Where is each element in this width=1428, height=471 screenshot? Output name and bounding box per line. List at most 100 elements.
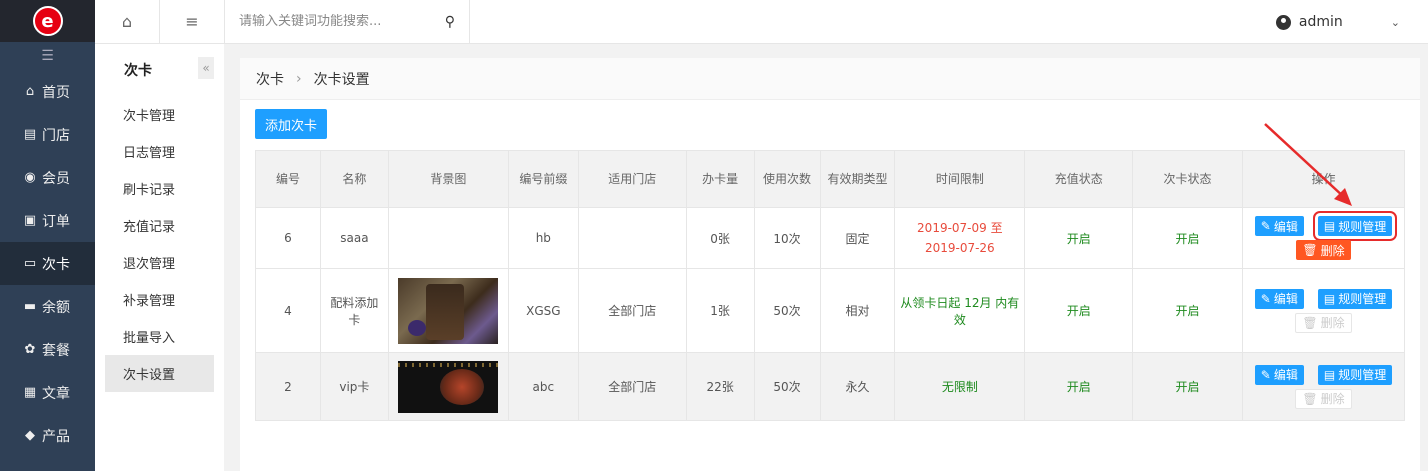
rules-manage-button[interactable]: ▤ 规则管理 [1317, 364, 1393, 385]
search-icon[interactable]: ⚲ [445, 14, 455, 30]
cell-time-limit: 无限制 [894, 352, 1026, 421]
dish-shape [440, 368, 485, 405]
cell-status: 开启 [1132, 207, 1243, 269]
column-header: 次卡状态 [1132, 150, 1243, 208]
balance-icon: ▬ [23, 299, 37, 314]
product-icon: ◆ [25, 428, 35, 443]
cell-id: 2 [255, 352, 321, 421]
sidebar-item-6[interactable]: ✿ 套餐 [0, 328, 95, 371]
sidebar-collapse-icon[interactable]: ☰ [0, 42, 95, 70]
column-header: 适用门店 [577, 150, 687, 208]
cell-store: 全部门店 [577, 268, 687, 353]
main-content: 次卡 › 次卡设置 添加次卡 编号 名称 背景图 编号前缀 适用门店 办卡量 使用次数 有效期… [240, 58, 1420, 471]
berry-shape [408, 319, 427, 336]
cell-status: 开启 [1132, 268, 1243, 353]
row-actions-primary: ✎ 编辑 ▤ 规则管理 [1254, 288, 1393, 309]
column-header: 编号 [255, 150, 321, 208]
subnav-item-2[interactable]: 刷卡记录 [105, 170, 214, 207]
button-label: 删除 [1320, 392, 1345, 406]
cell-prefix: abc [507, 352, 579, 421]
trash-icon: 🗑 [1302, 243, 1318, 257]
edit-button[interactable]: ✎ 编辑 [1254, 364, 1304, 385]
sidebar-item-5[interactable]: ▬ 余额 [0, 285, 95, 328]
cell-operations: ✎ 编辑 ▤ 规则管理 🗑 删除 [1241, 207, 1406, 269]
pencil-icon: ✎ [1260, 291, 1271, 306]
subnav-item-1[interactable]: 日志管理 [105, 133, 214, 170]
subnav-item-4[interactable]: 退次管理 [105, 244, 214, 281]
delete-button[interactable]: 🗑 删除 [1295, 388, 1352, 409]
subnav-collapse-icon[interactable]: « [198, 57, 214, 79]
edit-button[interactable]: ✎ 编辑 [1254, 288, 1304, 309]
home-icon: ⌂ [121, 12, 133, 31]
row-actions: ✎ 编辑 ▤ 规则管理 🗑 删除 [1247, 364, 1400, 409]
sidebar-item-label: 产品 [42, 428, 70, 445]
breadcrumb-current: 次卡设置 [313, 71, 370, 88]
sidebar-item-8[interactable]: ◆ 产品 [0, 414, 95, 457]
button-label: 规则管理 [1338, 368, 1387, 382]
table-row: 2 vip卡 abc 全部门店 22张 50次 永久 无限制 开启 开启 ✎ 编辑 ▤ 规则管理 🗑 删除 [255, 352, 1406, 421]
sidebar-item-1[interactable]: ▤ 门店 [0, 113, 95, 156]
button-label: 编辑 [1273, 368, 1298, 382]
cell-name: vip卡 [319, 352, 389, 421]
subnav-item-6[interactable]: 批量导入 [105, 318, 214, 355]
subnav-item-5[interactable]: 补录管理 [105, 281, 214, 318]
edit-button[interactable]: ✎ 编辑 [1254, 216, 1304, 236]
column-header: 使用次数 [753, 150, 821, 208]
cell-recharge: 开启 [1024, 352, 1134, 421]
sidebar-item-2[interactable]: ◉ 会员 [0, 156, 95, 199]
cell-uses: 50次 [753, 268, 821, 353]
row-actions-primary: ✎ 编辑 ▤ 规则管理 [1254, 211, 1398, 241]
cell-recharge: 开启 [1024, 268, 1134, 353]
row-actions-primary: ✎ 编辑 ▤ 规则管理 [1254, 364, 1393, 385]
table-header-row: 编号 名称 背景图 编号前缀 适用门店 办卡量 使用次数 有效期类型 时间限制 充值状态 次卡状态操… [255, 150, 1406, 208]
cell-name: saaa [319, 207, 389, 269]
sidebar-item-0[interactable]: ⌂ 首页 [0, 70, 95, 113]
pencil-icon: ✎ [1260, 367, 1271, 382]
user-menu[interactable]: admin ⌄ [1275, 0, 1400, 44]
menu-toggle-button[interactable]: ≡ [160, 0, 225, 44]
clipboard-icon: ▤ [1323, 291, 1336, 306]
card-settings-table: 编号 名称 背景图 编号前缀 适用门店 办卡量 使用次数 有效期类型 时间限制 充值状态 次卡状态操… [255, 150, 1406, 421]
rules-manage-button[interactable]: ▤ 规则管理 [1312, 211, 1398, 241]
cell-count: 1张 [685, 268, 755, 353]
column-header: 编号前缀 [507, 150, 579, 208]
sidebar-item-4[interactable]: ▭ 次卡 [0, 242, 95, 285]
row-actions: ✎ 编辑 ▤ 规则管理 🗑 删除 [1247, 288, 1400, 333]
clipboard-icon: ▤ [1323, 219, 1336, 233]
sidebar-item-3[interactable]: ▣ 订单 [0, 199, 95, 242]
cell-name: 配料添加卡 [319, 268, 389, 353]
sidebar-item-label: 次卡 [42, 256, 70, 273]
add-card-button[interactable]: 添加次卡 [255, 109, 328, 139]
button-label: 删除 [1320, 243, 1345, 258]
button-label: 删除 [1320, 316, 1345, 330]
brand-logo-icon: e [32, 6, 63, 36]
subnav-item-0[interactable]: 次卡管理 [105, 96, 214, 133]
cell-store: 全部门店 [577, 352, 687, 421]
logo[interactable]: e [0, 0, 95, 42]
cell-time-limit: 2019-07-09 至 2019-07-26 [894, 207, 1026, 269]
delete-button[interactable]: 🗑 删除 [1295, 312, 1352, 333]
home-button[interactable]: ⌂ [95, 0, 160, 44]
subnav-item-3[interactable]: 充值记录 [105, 207, 214, 244]
delete-button[interactable]: 🗑 删除 [1296, 240, 1351, 260]
cell-prefix: hb [507, 207, 579, 269]
cell-time-limit: 从领卡日起 12月 内有效 [894, 268, 1026, 353]
cell-id: 6 [255, 207, 321, 269]
sidebar-item-7[interactable]: ▦ 文章 [0, 371, 95, 414]
button-label: 规则管理 [1338, 219, 1387, 234]
cell-operations: ✎ 编辑 ▤ 规则管理 🗑 删除 [1241, 352, 1406, 421]
main-sidebar: e ☰ ⌂ 首页 ▤ 门店 ◉ 会员 ▣ 订单 ▭ 次卡 ▬ 余额 ✿ 套餐 ▦ 文章 ◆ 产品 [0, 0, 95, 471]
sidebar-item-label: 余额 [42, 299, 70, 316]
breadcrumb-root[interactable]: 次卡 [256, 69, 284, 89]
package-icon: ✿ [24, 342, 36, 357]
sidebar-item-label: 套餐 [42, 342, 70, 359]
rules-manage-button[interactable]: ▤ 规则管理 [1317, 288, 1393, 309]
search-box: ⚲ [225, 0, 470, 44]
search-input[interactable] [239, 14, 445, 29]
subnav-item-7[interactable]: 次卡设置 [105, 355, 214, 392]
chevron-down-icon: ⌄ [1390, 15, 1400, 29]
hamburger-icon: ≡ [185, 12, 199, 31]
trash-icon: 🗑 [1302, 315, 1318, 330]
article-icon: ▦ [23, 385, 37, 400]
table-row: 6 saaa hb 0张 10次 固定 2019-07-09 至 2019-07-26 开启开… [255, 207, 1406, 269]
